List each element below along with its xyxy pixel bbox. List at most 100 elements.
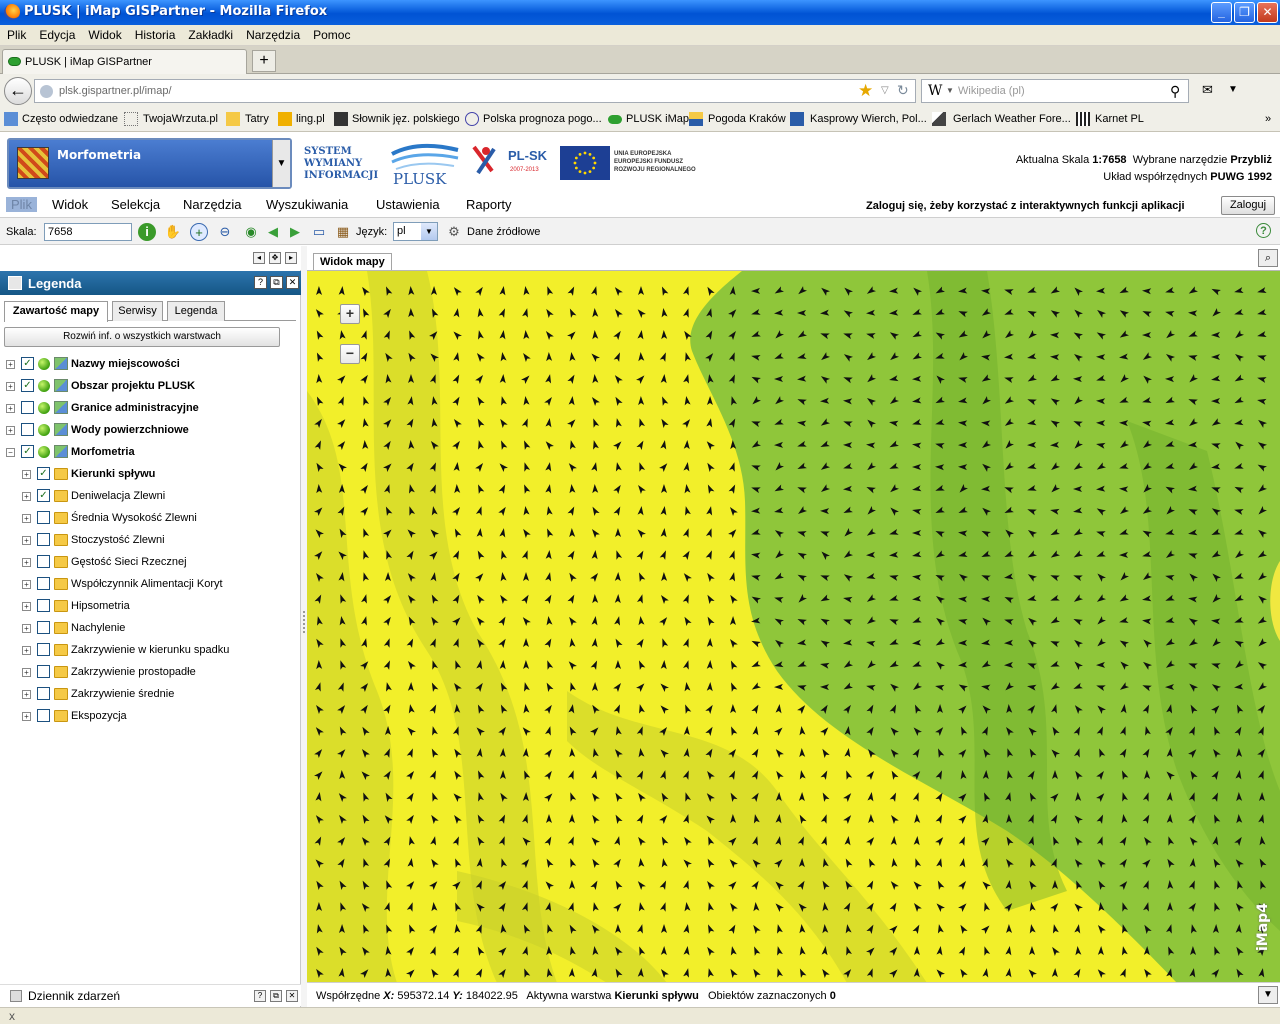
layer-row[interactable]: + Ekspozycja <box>0 708 300 726</box>
events-log-title[interactable]: Dziennik zdarzeń <box>28 989 120 1003</box>
layer-checkbox[interactable] <box>37 555 50 568</box>
restore-panel-icon[interactable]: ✥ <box>269 252 281 264</box>
app-menu-raporty[interactable]: Raporty <box>466 197 512 212</box>
layer-row[interactable]: + Granice administracyjne <box>0 400 300 418</box>
zoom-in-button[interactable]: + <box>340 304 360 324</box>
menu-narzedzia[interactable]: Narzędzia <box>239 25 306 42</box>
layer-row[interactable]: + Stoczystość Zlewni <box>0 532 300 550</box>
layer-checkbox[interactable] <box>37 533 50 546</box>
bookmark-item[interactable]: Kasprowy Wierch, Pol... <box>810 113 927 125</box>
layer-row[interactable]: + Wody powierzchniowe <box>0 422 300 440</box>
expand-icon[interactable]: + <box>22 558 31 567</box>
layer-row[interactable]: + Gęstość Sieci Rzecznej <box>0 554 300 572</box>
layer-label[interactable]: Stoczystość Zlewni <box>71 534 165 546</box>
app-menu-narzedzia[interactable]: Narzędzia <box>183 197 242 212</box>
layer-label[interactable]: Wody powierzchniowe <box>71 424 189 436</box>
layer-checkbox[interactable] <box>37 665 50 678</box>
chevron-down-icon[interactable]: ▼ <box>1258 986 1278 1004</box>
layer-label[interactable]: Gęstość Sieci Rzecznej <box>71 556 187 568</box>
chevron-down-icon[interactable]: ▼ <box>421 223 437 240</box>
gear-icon[interactable]: ⚙ <box>445 223 463 241</box>
close-icon[interactable]: ✕ <box>286 276 299 289</box>
layer-row[interactable]: − ✓ Morfometria <box>0 444 300 462</box>
layer-row[interactable]: + ✓ Nazwy miejscowości <box>0 356 300 374</box>
app-menu-wyszukiwania[interactable]: Wyszukiwania <box>266 197 348 212</box>
site-identity-icon[interactable] <box>40 85 53 98</box>
bookmark-item[interactable]: Polska prognoza pogo... <box>483 113 602 125</box>
back-button[interactable]: ← <box>4 77 32 105</box>
profile-select[interactable]: Morfometria ▼ <box>7 138 292 189</box>
layer-row[interactable]: + Zakrzywienie prostopadłe <box>0 664 300 682</box>
language-select[interactable]: pl ▼ <box>393 222 438 241</box>
addon-icon[interactable]: ✉ <box>1202 82 1213 98</box>
bookmark-item[interactable]: Często odwiedzane <box>22 113 118 125</box>
expand-right-icon[interactable]: ▸ <box>285 252 297 264</box>
layer-row[interactable]: + Średnia Wysokość Zlewni <box>0 510 300 528</box>
menu-pomoc[interactable]: Pomoc <box>306 25 356 42</box>
next-extent-icon[interactable]: ▶ <box>286 223 304 241</box>
expand-icon[interactable]: + <box>22 624 31 633</box>
layer-checkbox[interactable] <box>21 401 34 414</box>
layer-label[interactable]: Zakrzywienie prostopadłe <box>71 666 196 678</box>
close-window-button[interactable]: ✕ <box>1257 2 1278 23</box>
layer-label[interactable]: Zakrzywienie w kierunku spadku <box>71 644 229 656</box>
layer-checkbox[interactable] <box>37 709 50 722</box>
new-tab-button[interactable]: + <box>252 50 276 72</box>
tab-legenda[interactable]: Legenda <box>167 301 225 321</box>
reload-icon[interactable]: ↻ <box>897 82 909 99</box>
addon-dropdown-icon[interactable]: ▼ <box>1228 84 1238 95</box>
layer-row[interactable]: + Zakrzywienie w kierunku spadku <box>0 642 300 660</box>
expand-icon[interactable]: + <box>22 492 31 501</box>
layer-row[interactable]: + Hipsometria <box>0 598 300 616</box>
layer-checkbox[interactable] <box>37 621 50 634</box>
source-data-link[interactable]: Dane źródłowe <box>467 226 540 238</box>
bookmarks-overflow-icon[interactable]: » <box>1265 113 1271 125</box>
expand-icon[interactable]: + <box>22 602 31 611</box>
menu-edycja[interactable]: Edycja <box>32 25 81 42</box>
search-engine-dropdown-icon[interactable]: ▼ <box>946 86 954 95</box>
app-menu-selekcja[interactable]: Selekcja <box>111 197 160 212</box>
help-icon[interactable]: ? <box>254 276 267 289</box>
zoom-out-button[interactable]: − <box>340 344 360 364</box>
wikipedia-icon[interactable]: W <box>928 83 942 99</box>
maximize-button[interactable]: ❐ <box>1234 2 1255 23</box>
expand-icon[interactable]: + <box>6 404 15 413</box>
layer-row[interactable]: + Współczynnik Alimentacji Koryt <box>0 576 300 594</box>
layer-label[interactable]: Zakrzywienie średnie <box>71 688 174 700</box>
close-icon[interactable]: ✕ <box>286 990 298 1002</box>
minimize-button[interactable]: _ <box>1211 2 1232 23</box>
expand-icon[interactable]: + <box>22 668 31 677</box>
map-options-icon[interactable]: ⌕ <box>1258 249 1278 267</box>
layer-label[interactable]: Granice administracyjne <box>71 402 199 414</box>
splitter-grip-icon[interactable] <box>303 611 305 633</box>
search-bar[interactable]: W ▼ Wikipedia (pl) ⚲ <box>921 79 1189 103</box>
table-icon[interactable]: ▦ <box>334 223 352 241</box>
tab-widok-mapy[interactable]: Widok mapy <box>313 253 392 271</box>
layer-checkbox[interactable] <box>37 643 50 656</box>
layer-label[interactable]: Morfometria <box>71 446 135 458</box>
help-icon[interactable]: ? <box>254 990 266 1002</box>
bookmark-item[interactable]: PLUSK iMap <box>626 113 689 125</box>
layer-label[interactable]: Hipsometria <box>71 600 130 612</box>
layer-label[interactable]: Średnia Wysokość Zlewni <box>71 512 197 524</box>
bookmark-item[interactable]: Gerlach Weather Fore... <box>953 113 1071 125</box>
bookmark-item[interactable]: TwojaWrzuta.pl <box>143 113 218 125</box>
tab-zawartosc-mapy[interactable]: Zawartość mapy <box>4 301 108 322</box>
expand-all-layers-button[interactable]: Rozwiń inf. o wszystkich warstwach <box>4 327 280 347</box>
layer-checkbox[interactable] <box>37 511 50 524</box>
menu-historia[interactable]: Historia <box>128 25 182 42</box>
layer-checkbox[interactable] <box>37 687 50 700</box>
login-button[interactable]: Zaloguj <box>1221 196 1275 215</box>
layer-label[interactable]: Ekspozycja <box>71 710 127 722</box>
expand-icon[interactable]: + <box>22 514 31 523</box>
layer-row[interactable]: + ✓ Kierunki spływu <box>0 466 300 484</box>
screen-icon[interactable]: ▭ <box>310 223 328 241</box>
bookmark-item[interactable]: Tatry <box>245 113 269 125</box>
layer-label[interactable]: Nachylenie <box>71 622 125 634</box>
menu-zakladki[interactable]: Zakładki <box>181 25 239 42</box>
layer-label[interactable]: Nazwy miejscowości <box>71 358 180 370</box>
bookmark-item[interactable]: Karnet PL <box>1095 113 1144 125</box>
layer-row[interactable]: + ✓ Obszar projektu PLUSK <box>0 378 300 396</box>
layer-checkbox[interactable] <box>21 423 34 436</box>
layer-row[interactable]: + Zakrzywienie średnie <box>0 686 300 704</box>
